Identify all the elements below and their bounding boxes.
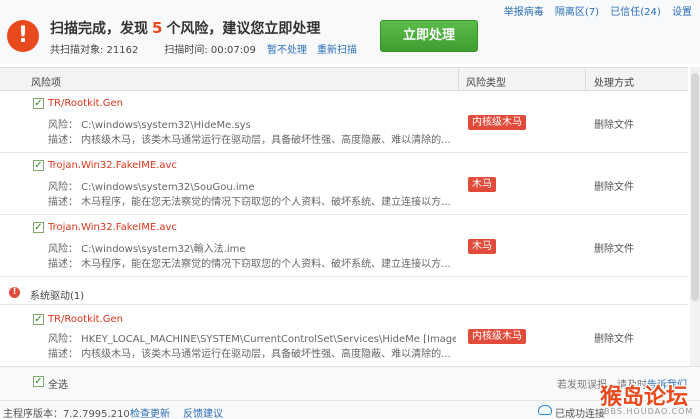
risk-type-badge: 木马 — [468, 177, 496, 192]
risk-count: 5 — [152, 19, 163, 37]
row-checkbox[interactable]: ✓ — [33, 222, 44, 233]
warning-icon: ! — [7, 20, 39, 52]
risk-name[interactable]: Trojan.Win32.FakeIME.avc — [48, 222, 177, 233]
top-links: 举报病毒 隔离区(7) 已信任(24) 设置 — [496, 3, 692, 18]
risk-path: 风险： HKEY_LOCAL_MACHINE\SYSTEM\CurrentCon… — [48, 334, 456, 345]
row-checkbox[interactable]: ✓ — [33, 160, 44, 171]
cloud-icon — [538, 405, 552, 415]
risk-name[interactable]: TR/Rootkit.Gen — [48, 314, 123, 325]
scrollbar-thumb[interactable] — [691, 73, 699, 301]
feedback-link[interactable]: 反馈建议 — [183, 405, 223, 419]
quarantine-link[interactable]: 隔离区(7) — [555, 7, 599, 18]
vertical-scrollbar[interactable] — [690, 67, 700, 367]
risk-path: 风险： C:\windows\system32\輸入法.ime — [48, 244, 246, 255]
watermark-url: BBS.HOUDAO.COM — [604, 407, 694, 416]
risk-action[interactable]: 删除文件 — [594, 240, 634, 255]
risk-row[interactable]: ✓ Trojan.Win32.FakeIME.avc 风险： C:\window… — [0, 153, 688, 215]
status-bar: 主程序版本：7.2.7995.210 检查更新 反馈建议 已成功连接 — [0, 400, 700, 419]
report-virus-link[interactable]: 举报病毒 — [504, 7, 544, 18]
scan-summary: 共扫描对象: 21162 扫描时间: 00:07:09 暂不处理 重新扫描 — [50, 41, 367, 56]
scan-time: 扫描时间: 00:07:09 — [164, 45, 256, 56]
col-risk-type: 风险类型 — [466, 78, 506, 89]
group-system-drivers[interactable]: ! 系统驱动(1) — [0, 281, 688, 305]
process-now-button[interactable]: 立即处理 — [380, 20, 478, 52]
column-divider — [585, 68, 586, 90]
risk-name[interactable]: Trojan.Win32.FakeIME.avc — [48, 160, 177, 171]
risk-row[interactable]: ✓ TR/Rootkit.Gen 风险： HKEY_LOCAL_MACHINE\… — [0, 305, 688, 366]
risk-description: 描述： 内核级木马，该类木马通常运行在驱动层，具备破坏性强、高度隐蔽、难以清除的… — [48, 135, 451, 146]
group-label: 系统驱动(1) — [30, 291, 85, 302]
settings-link[interactable]: 设置 — [672, 7, 692, 18]
ignore-link[interactable]: 暂不处理 — [267, 45, 307, 56]
col-action: 处理方式 — [594, 78, 634, 89]
risk-table-header: 风险项 风险类型 处理方式 — [0, 67, 688, 91]
risk-type-badge: 内核级木马 — [468, 329, 526, 344]
risk-description: 描述： 木马程序，能在您无法察觉的情况下窃取您的个人资料、破坏系统、建立连接以方… — [48, 259, 451, 270]
scan-result-header: 举报病毒 隔离区(7) 已信任(24) 设置 ! 扫描完成，发现 5 个风险，建议您… — [0, 0, 700, 64]
col-risk-item: 风险项 — [31, 78, 61, 89]
risk-action[interactable]: 删除文件 — [594, 330, 634, 345]
risk-action[interactable]: 删除文件 — [594, 178, 634, 193]
select-all-label[interactable]: 全选 — [48, 376, 68, 391]
rescan-link[interactable]: 重新扫描 — [317, 45, 357, 56]
row-checkbox[interactable]: ✓ — [33, 98, 44, 109]
title-suffix: 个风险，建议您立即处理 — [166, 21, 321, 37]
risk-type-badge: 内核级木马 — [468, 115, 526, 130]
trusted-link[interactable]: 已信任(24) — [610, 7, 661, 18]
column-divider — [458, 68, 459, 90]
risk-row[interactable]: ✓ Trojan.Win32.FakeIME.avc 风险： C:\window… — [0, 215, 688, 277]
version-label: 主程序版本：7.2.7995.210 — [3, 409, 130, 419]
risk-row[interactable]: ✓ TR/Rootkit.Gen 风险： C:\windows\system32… — [0, 91, 688, 153]
risk-type-badge: 木马 — [468, 239, 496, 254]
risk-description: 描述： 木马程序，能在您无法察觉的情况下窃取您的个人资料、破坏系统、建立连接以方… — [48, 197, 451, 208]
risk-action[interactable]: 删除文件 — [594, 116, 634, 131]
risk-list: ✓ TR/Rootkit.Gen 风险： C:\windows\system32… — [0, 91, 688, 366]
forum-watermark: 猴岛论坛 BBS.HOUDAO.COM — [596, 379, 700, 419]
risk-path: 风险： C:\windows\system32\SouGou.ime — [48, 182, 255, 193]
risk-path: 风险： C:\windows\system32\HideMe.sys — [48, 120, 251, 131]
title-prefix: 扫描完成，发现 — [50, 21, 148, 37]
select-all-checkbox[interactable]: ✓ — [33, 376, 44, 387]
footer: ✓ 全选 若发现误报，请及时告诉我们 主程序版本：7.2.7995.210 检查… — [0, 366, 700, 419]
risk-name[interactable]: TR/Rootkit.Gen — [48, 98, 123, 109]
scan-title: 扫描完成，发现 5 个风险，建议您立即处理 — [50, 18, 320, 38]
scan-objects: 共扫描对象: 21162 — [50, 45, 139, 56]
check-update-link[interactable]: 检查更新 — [130, 405, 170, 419]
row-checkbox[interactable]: ✓ — [33, 314, 44, 325]
warning-icon: ! — [9, 287, 20, 298]
risk-description: 描述： 内核级木马，该类木马通常运行在驱动层，具备破坏性强、高度隐蔽、难以清除的… — [48, 349, 451, 360]
